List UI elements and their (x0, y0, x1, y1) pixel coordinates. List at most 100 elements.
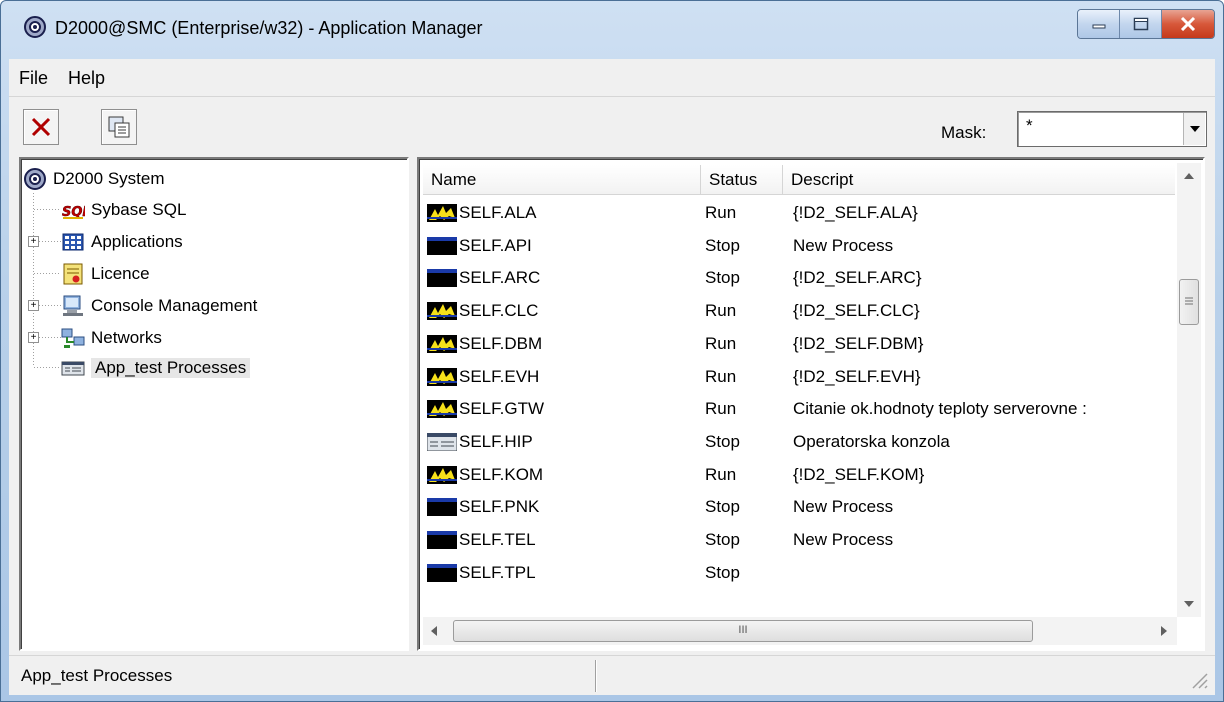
title-bar[interactable]: D2000@SMC (Enterprise/w32) - Application… (1, 1, 1223, 59)
close-icon (1180, 17, 1196, 31)
scroll-down-icon[interactable] (1184, 601, 1194, 607)
table-row[interactable]: SELF.HIP Stop Operatorska konzola (423, 426, 1175, 458)
tree-view[interactable]: D2000 System SQL Sybase SQL + Applicatio… (19, 157, 409, 651)
tree-item-networks[interactable]: Networks (61, 322, 162, 354)
process-name: SELF.PNK (459, 497, 540, 517)
mask-value[interactable]: * (1026, 116, 1033, 136)
process-status: Run (705, 464, 737, 484)
process-list[interactable]: Name Status Descript SELF.ALA Run {!D2_SEL… (417, 157, 1205, 651)
tree-root[interactable]: D2000 System (23, 163, 165, 195)
table-row[interactable]: SELF.GTW Run Citanie ok.hodnoty teploty se… (423, 393, 1175, 425)
expand-networks-button[interactable]: + (28, 332, 39, 343)
delete-icon (31, 117, 51, 137)
vertical-scroll-thumb[interactable] (1179, 279, 1199, 325)
properties-button[interactable] (101, 109, 137, 145)
tree-item-sybase-sql[interactable]: SQL Sybase SQL (61, 194, 187, 226)
column-header-name[interactable]: Name (423, 165, 701, 195)
tree-item-label: Sybase SQL (91, 200, 187, 219)
running-process-icon (427, 302, 457, 321)
process-description: {!D2_SELF.CLC} (793, 301, 920, 321)
hip-process-icon (427, 432, 457, 451)
chevron-down-icon (1189, 126, 1200, 132)
process-status: Stop (705, 497, 740, 517)
process-status: Run (705, 203, 737, 222)
process-status: Stop (705, 268, 740, 288)
vertical-scrollbar[interactable] (1177, 163, 1201, 617)
delete-button[interactable] (23, 109, 59, 145)
process-name: SELF.KOM (459, 464, 544, 484)
running-process-icon (427, 367, 457, 386)
tree-item-app-test-processes[interactable]: App_test Processes (61, 352, 251, 384)
horizontal-scrollbar[interactable]: III (423, 617, 1177, 645)
tree-item-label: Licence (91, 264, 150, 283)
close-button[interactable] (1162, 10, 1214, 38)
process-name: SELF.HIP (459, 431, 533, 451)
scroll-up-icon[interactable] (1184, 173, 1194, 179)
sql-icon: SQL (62, 205, 85, 221)
mask-dropdown-button[interactable] (1183, 113, 1205, 145)
menu-bar: File Help (9, 59, 1215, 97)
process-name: SELF.API (459, 235, 532, 255)
process-name: SELF.CLC (459, 301, 539, 321)
process-name: SELF.EVH (459, 366, 540, 386)
status-divider (595, 660, 597, 692)
process-name: SELF.ARC (459, 268, 541, 288)
process-description: Citanie ok.hodnoty teploty serverovne : (793, 399, 1087, 419)
running-process-icon (427, 400, 457, 419)
application-window: D2000@SMC (Enterprise/w32) - Application… (0, 0, 1224, 702)
list-header: Name Status Descript (423, 165, 1175, 195)
d2000-app-icon (24, 16, 46, 38)
table-row[interactable]: SELF.ALA Run {!D2_SELF.ALA} (423, 197, 1175, 229)
table-row[interactable]: SELF.KOM Run {!D2_SELF.KOM} (423, 459, 1175, 491)
table-row[interactable]: SELF.API Stop New Process (423, 230, 1175, 262)
running-process-icon (427, 204, 457, 222)
table-row[interactable]: SELF.ARC Stop {!D2_SELF.ARC} (423, 262, 1175, 294)
table-row[interactable]: SELF.EVH Run {!D2_SELF.EVH} (423, 361, 1175, 393)
tree-item-console-management[interactable]: Console Management (61, 290, 257, 322)
maximize-button[interactable] (1120, 10, 1162, 38)
stopped-process-icon (427, 531, 457, 549)
processes-icon (61, 361, 85, 376)
process-status: Stop (705, 530, 740, 549)
table-row[interactable]: SELF.CLC Run {!D2_SELF.CLC} (423, 295, 1175, 327)
running-process-icon (427, 334, 457, 353)
table-row[interactable]: SELF.DBM Run {!D2_SELF.DBM} (423, 328, 1175, 360)
minimize-button[interactable] (1078, 10, 1120, 38)
console-icon (63, 295, 83, 316)
resize-grip-icon[interactable] (1189, 670, 1209, 690)
expand-applications-button[interactable]: + (28, 236, 39, 247)
process-status: Stop (705, 562, 740, 582)
process-status: Run (705, 366, 737, 386)
expand-console-management-button[interactable]: + (28, 300, 39, 311)
status-text: App_test Processes (21, 666, 173, 685)
table-row[interactable]: SELF.TPL Stop (423, 557, 1175, 589)
process-status: Stop (705, 235, 740, 255)
mask-label: Mask: (941, 123, 987, 142)
process-name: SELF.GTW (459, 399, 545, 419)
column-header-status[interactable]: Status (701, 165, 783, 195)
process-description: New Process (793, 530, 894, 549)
stopped-process-icon (427, 269, 457, 288)
scroll-right-icon[interactable] (1161, 626, 1167, 636)
menu-file[interactable]: File (9, 59, 58, 97)
scroll-left-icon[interactable] (431, 626, 437, 636)
process-description: {!D2_SELF.EVH} (793, 366, 921, 386)
process-description: {!D2_SELF.ARC} (793, 268, 922, 288)
tree-item-applications[interactable]: Applications (61, 226, 183, 258)
horizontal-scroll-thumb[interactable]: III (453, 620, 1033, 642)
table-row[interactable]: SELF.PNK Stop New Process (423, 491, 1175, 523)
table-row[interactable]: SELF.TEL Stop New Process (423, 524, 1175, 556)
column-header-descript[interactable]: Descript (783, 165, 1175, 195)
window-title: D2000@SMC (Enterprise/w32) - Application… (55, 18, 483, 38)
list-body: SELF.ALA Run {!D2_SELF.ALA} SELF.API Stop New… (423, 197, 1175, 615)
process-description (793, 557, 1175, 589)
menu-help[interactable]: Help (58, 59, 115, 97)
tree-item-licence[interactable]: Licence (61, 258, 150, 290)
mask-combobox[interactable]: * (1017, 111, 1207, 147)
process-description: {!D2_SELF.DBM} (793, 333, 924, 353)
stopped-process-icon (427, 236, 457, 255)
process-description: {!D2_SELF.ALA} (793, 203, 918, 222)
minimize-icon (1092, 24, 1105, 29)
stopped-process-icon (427, 563, 457, 582)
tree-item-label: Applications (91, 232, 183, 251)
